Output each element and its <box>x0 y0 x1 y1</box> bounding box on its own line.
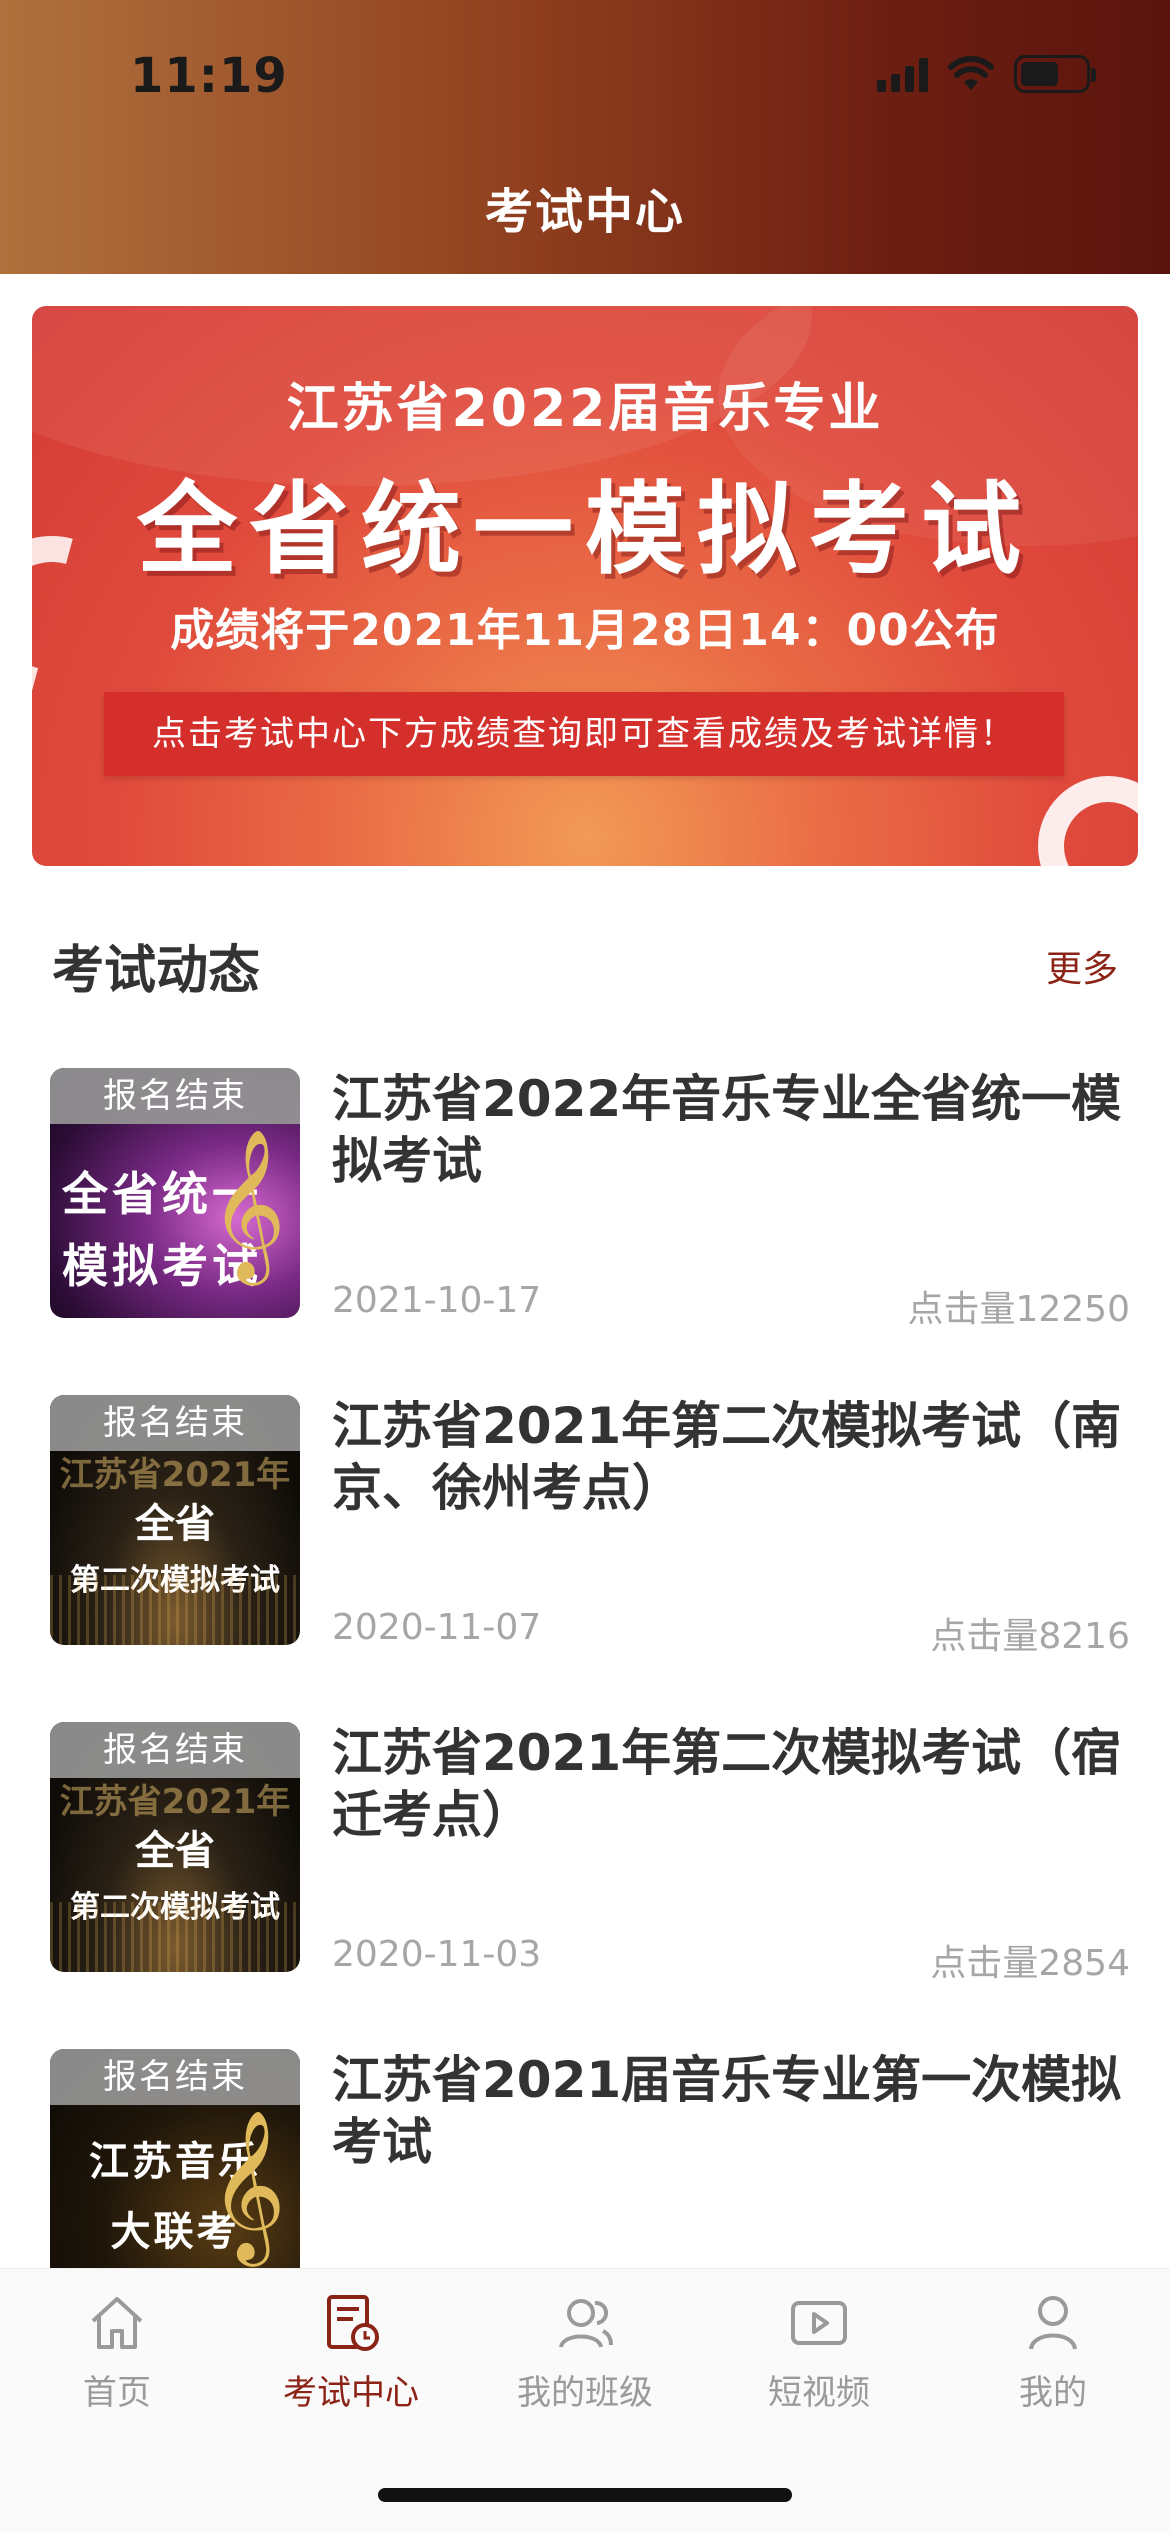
tab-label: 我的 <box>1019 2373 1087 2413</box>
thumbnail-sparkle <box>50 1575 300 1645</box>
header: 11:19 考试中心 <box>0 0 1170 274</box>
status-badge: 报名结束 <box>50 2049 300 2105</box>
page-title: 考试中心 <box>484 184 685 240</box>
item-title: 江苏省2022年音乐专业全省统一模拟考试 <box>332 1070 1122 1190</box>
item-thumbnail: 江苏音乐 大联考 𝄞 报名结束 <box>50 2049 300 2299</box>
list-item[interactable]: 江苏省2021年 全省 第二次模拟考试 报名结束 江苏省2021年第二次模拟考试… <box>0 1706 1170 2033</box>
exam-center-icon <box>327 2295 379 2351</box>
item-click-count: 点击量8216 <box>930 1616 1130 1657</box>
thumbnail-text: 江苏省2021年 <box>59 1782 291 1822</box>
exam-news-list: 全省统一 模拟考试 𝄞 报名结束 江苏省2022年音乐专业全省统一模拟考试 20… <box>0 1052 1170 2360</box>
item-title: 江苏省2021届音乐专业第一次模拟考试 <box>332 2051 1122 2171</box>
thumbnail-text: 全省 <box>135 1828 215 1874</box>
list-item[interactable]: 全省统一 模拟考试 𝄞 报名结束 江苏省2022年音乐专业全省统一模拟考试 20… <box>0 1052 1170 1379</box>
item-thumbnail: 江苏省2021年 全省 第二次模拟考试 报名结束 <box>50 1395 300 1645</box>
tab-label: 短视频 <box>768 2373 870 2413</box>
tab-home[interactable]: 首页 <box>0 2291 234 2414</box>
thumbnail-text: 江苏省2021年 <box>59 1455 291 1495</box>
tab-profile[interactable]: 我的 <box>936 2291 1170 2414</box>
item-title: 江苏省2021年第二次模拟考试（南京、徐州考点） <box>332 1397 1122 1517</box>
tab-exam-center[interactable]: 考试中心 <box>234 2291 468 2414</box>
item-title: 江苏省2021年第二次模拟考试（宿迁考点） <box>332 1724 1122 1844</box>
tab-my-class[interactable]: 我的班级 <box>468 2291 702 2414</box>
item-date: 2020-11-07 <box>332 1607 542 1648</box>
thumbnail-sparkle <box>50 1902 300 1972</box>
treble-clef-icon: 𝄞 <box>209 1127 286 1279</box>
item-date: 2021-10-17 <box>332 1280 542 1321</box>
status-icons <box>877 52 1096 96</box>
banner-swirl <box>1038 776 1138 866</box>
status-time: 11:19 <box>130 48 288 104</box>
status-badge: 报名结束 <box>50 1722 300 1778</box>
treble-clef-icon: 𝄞 <box>209 2108 286 2260</box>
item-thumbnail: 全省统一 模拟考试 𝄞 报名结束 <box>50 1068 300 1318</box>
tab-label: 首页 <box>83 2373 151 2413</box>
banner-headline: 全省统一模拟考试 <box>137 470 1033 588</box>
wifi-icon <box>948 56 994 90</box>
tab-label: 考试中心 <box>283 2373 419 2413</box>
banner-subtitle: 江苏省2022届音乐专业 <box>286 379 884 439</box>
tab-short-video[interactable]: 短视频 <box>702 2291 936 2414</box>
home-icon <box>91 2297 143 2349</box>
thumbnail-text: 全省 <box>135 1501 215 1547</box>
item-click-count: 点击量2854 <box>930 1943 1130 1984</box>
item-thumbnail: 江苏省2021年 全省 第二次模拟考试 报名结束 <box>50 1722 300 1972</box>
screen: 11:19 考试中心 江苏省2022届音乐专业 全省统一模拟考试 成绩将于202… <box>0 0 1170 2532</box>
banner-announcement: 成绩将于2021年11月28日14：00公布 <box>170 605 1000 656</box>
profile-icon <box>1029 2296 1077 2350</box>
home-indicator[interactable] <box>378 2488 792 2502</box>
battery-icon <box>1014 55 1096 93</box>
status-badge: 报名结束 <box>50 1068 300 1124</box>
section-title: 考试动态 <box>52 941 261 1001</box>
status-badge: 报名结束 <box>50 1395 300 1451</box>
more-link[interactable]: 更多 <box>1046 940 1118 992</box>
list-item[interactable]: 江苏省2021年 全省 第二次模拟考试 报名结束 江苏省2021年第二次模拟考试… <box>0 1379 1170 1706</box>
item-click-count: 点击量12250 <box>907 1289 1130 1330</box>
cellular-signal-icon <box>877 56 928 92</box>
promo-banner[interactable]: 江苏省2022届音乐专业 全省统一模拟考试 成绩将于2021年11月28日14：… <box>32 306 1138 866</box>
video-icon <box>791 2301 847 2345</box>
class-icon <box>559 2299 613 2348</box>
tab-label: 我的班级 <box>517 2373 653 2413</box>
item-date: 2020-11-03 <box>332 1934 542 1975</box>
banner-note: 点击考试中心下方成绩查询即可查看成绩及考试详情！ <box>104 692 1064 776</box>
